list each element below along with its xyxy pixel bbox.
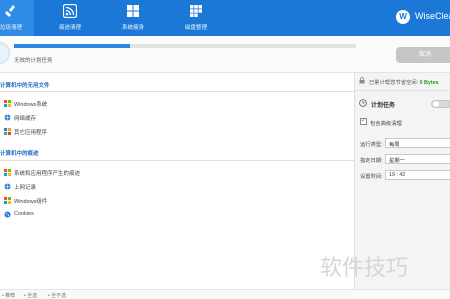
windows-icon [4,100,11,107]
list-item-label: 其它应用程序 [14,130,48,136]
space-saved-label: 已累计帮您节省空间: [369,80,419,86]
select-recommended-option[interactable]: • 推荐 [2,292,15,299]
globe-icon [4,114,11,121]
date-label: 指定日期: [360,158,383,164]
brand-logo: W [396,10,410,24]
schedule-toggle[interactable] [431,100,450,108]
clean-category-list: 计算机中的无用文件 Windows系统 网络缓存 其它应用程序 计算机中的痕迹 [0,73,354,289]
scan-progress-bar [14,44,356,48]
list-item-other-apps[interactable]: 其它应用程序 [4,127,204,136]
list-item-windows-system[interactable]: Windows系统 [4,99,204,108]
windows-icon [4,169,11,176]
run-type-label: 运行类型: [360,142,383,148]
rss-icon [63,4,77,18]
space-saved-value: 0 Bytes [419,80,439,86]
nav-tab-label: 痕迹清理 [58,25,81,31]
section-title-traces: 计算机中的痕迹 [0,151,39,157]
scan-status-text: 无效的计划任务 [14,58,53,64]
selection-bar: • 推荐 • 全选 • 全不选 [0,289,450,299]
list-item-label: Windows组件 [14,199,48,205]
cookie-icon [4,211,11,218]
nav-tab-label: 垃圾清理 [0,25,22,31]
list-item-cookies[interactable]: Cookies [4,210,204,219]
cancel-button[interactable]: 取消 [396,47,450,63]
list-item-label: 上网记录 [14,185,37,191]
list-item-label: 网络缓存 [14,116,37,122]
top-toolbar: 垃圾清理 痕迹清理 系统瘦身 磁盘整理 W WiseCle [0,0,450,36]
apps-icon [4,128,11,135]
advanced-clean-checkbox[interactable]: ✓ [360,118,367,125]
time-input[interactable]: 19 : 42 [385,170,450,180]
lock-icon [359,77,365,84]
scan-status-icon [0,42,10,64]
list-item-windows-components[interactable]: Windows组件 [4,196,204,205]
option-label: 全不选 [51,293,67,299]
watermark-text: 软件技巧 [320,256,409,281]
nav-tab-label: 系统瘦身 [121,25,144,31]
divider [0,91,354,92]
space-saved-row: 已累计帮您节省空间: 0 Bytes [359,77,450,86]
date-value: 星期一 [389,158,405,164]
run-type-value: 每周 [389,142,400,148]
select-all-option[interactable]: • 全选 [24,292,37,299]
time-label: 设置时间: [360,174,383,180]
select-none-option[interactable]: • 全不选 [48,292,66,299]
time-value: 19 : 42 [389,172,406,178]
schedule-title: 计划任务 [371,103,396,109]
brand: W WiseClean [396,8,450,26]
windows-icon [4,197,11,204]
nav-tab-disk-defrag[interactable]: 磁盘整理 [170,0,222,36]
option-label: 全选 [27,293,38,299]
toggle-knob [433,101,439,107]
nav-tab-junk-clean[interactable]: 垃圾清理 [0,0,34,36]
advanced-clean-checkbox-row[interactable]: ✓ 包含高级清理 [360,118,450,127]
scan-progress-fill [14,44,131,48]
divider [0,160,354,161]
list-item-web-cache[interactable]: 网络缓存 [4,113,204,122]
windows-icon [127,5,139,17]
list-item-browsing-history[interactable]: 上网记录 [4,182,204,191]
divider [355,90,450,91]
list-item-system-app-traces[interactable]: 系统和应用程序产生的痕迹 [4,168,204,177]
date-select[interactable]: 星期一 [385,154,450,164]
disk-icon [190,5,202,17]
brand-name: WiseClean [415,11,450,21]
advanced-clean-label: 包含高级清理 [370,121,402,127]
nav-tab-label: 磁盘整理 [184,25,207,31]
section-title-junk-files: 计算机中的无用文件 [0,83,50,89]
clock-icon [359,99,367,107]
list-item-label: Windows系统 [14,102,48,108]
list-item-label: 系统和应用程序产生的痕迹 [14,171,81,177]
broom-icon [5,5,15,17]
list-item-label: Cookies [14,211,34,217]
globe-icon [4,183,11,190]
option-label: 推荐 [5,293,16,299]
nav-tab-system-slim[interactable]: 系统瘦身 [107,0,159,36]
scan-progress-area: 无效的计划任务 取消 [0,36,450,73]
nav-tab-trace-clean[interactable]: 痕迹清理 [44,0,96,36]
run-type-select[interactable]: 每周 [385,138,450,148]
